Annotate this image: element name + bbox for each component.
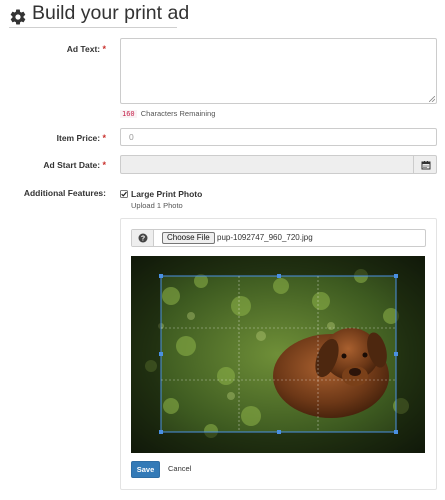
required-mark: * (102, 44, 106, 54)
upload-note: Upload 1 Photo (131, 201, 183, 210)
required-mark: * (102, 133, 106, 143)
ad-text-textarea[interactable] (120, 38, 437, 104)
item-price-placeholder: 0 (129, 132, 134, 142)
selected-file-name: pup-1092747_960_720.jpg (217, 233, 313, 242)
ad-start-date-input[interactable] (120, 155, 414, 174)
page-title: Build your print ad (32, 2, 190, 24)
calendar-button[interactable] (413, 155, 437, 174)
ad-start-date-field (120, 155, 437, 174)
calendar-icon (421, 161, 431, 170)
ad-start-date-label: Ad Start Date: * (43, 160, 106, 170)
ad-text-label-text: Ad Text: (66, 44, 101, 54)
characters-remaining-count: 160 (120, 110, 137, 118)
characters-remaining-text: Characters Remaining (140, 109, 216, 118)
question-circle-icon: ? (138, 233, 148, 243)
save-button[interactable]: Save (131, 461, 160, 478)
additional-features-label: Additional Features: (23, 188, 106, 198)
large-print-photo-checkbox[interactable] (120, 190, 128, 198)
required-mark: * (102, 160, 106, 170)
resize-handle-icon[interactable] (429, 96, 435, 102)
ad-text-label: Ad Text: * (67, 44, 106, 54)
photo-crop-area[interactable] (131, 256, 425, 453)
ad-start-date-label-text: Ad Start Date: (43, 160, 101, 170)
large-print-photo-label[interactable]: Large Print Photo (131, 189, 202, 199)
cancel-button[interactable]: Cancel (168, 464, 191, 473)
puppy-photo (131, 256, 425, 453)
file-input-group: ? Choose File pup-1092747_960_720.jpg (131, 229, 426, 247)
page-header: Build your print ad (9, 2, 189, 28)
item-price-label: Item Price: * (57, 133, 106, 143)
gear-icon (10, 9, 26, 25)
help-button[interactable]: ? (132, 230, 154, 246)
svg-text:?: ? (141, 236, 145, 243)
item-price-label-text: Item Price: (56, 133, 101, 143)
choose-file-button[interactable]: Choose File (162, 232, 215, 244)
characters-remaining: 160 Characters Remaining (120, 109, 215, 118)
item-price-input[interactable]: 0 (120, 128, 437, 146)
